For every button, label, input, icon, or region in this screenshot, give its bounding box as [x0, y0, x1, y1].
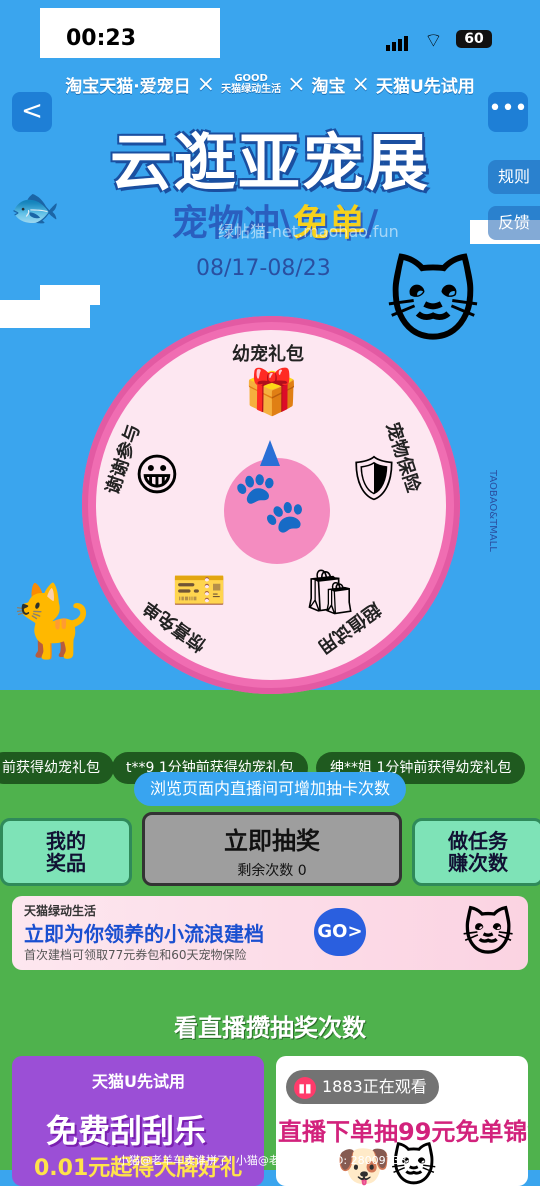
brand-taobao-tmall: 淘宝天猫·爱宠日 — [65, 76, 191, 97]
brand-tmall-trial: 天猫U先试用 — [375, 76, 475, 97]
more-button[interactable]: ••• — [488, 92, 528, 132]
brand-good: GOOD 天猫绿动生活 — [221, 73, 281, 95]
brand-good-bottom: 天猫绿动生活 — [221, 84, 282, 95]
tasks-button[interactable]: 做任务 赚次数 — [412, 818, 540, 886]
viewer-count-badge: ▮▮ 1883正在观看 — [286, 1070, 439, 1104]
shield-paw-icon: 🛡 — [346, 453, 402, 504]
viewer-count: 1883正在观看 — [322, 1077, 427, 1096]
side-brand-text: TAOBAO&TMALL — [487, 470, 498, 552]
card-brand: 天猫U先试用 — [92, 1072, 185, 1091]
wifi-icon: ⌔ — [424, 28, 443, 52]
page-title: 云逛亚宠展 — [109, 126, 430, 199]
feedback-tab[interactable]: 反馈 — [488, 206, 540, 240]
white-cat-icon: 🐱 — [386, 250, 480, 355]
brand-good-top: GOOD — [234, 73, 268, 84]
adoption-promo-banner[interactable]: 天猫绿动生活 立即为你领养的小流浪建档 首次建档可领取77元券包和60天宠物保险… — [12, 896, 528, 970]
cloud — [40, 285, 100, 305]
promo-headline: 立即为你领养的小流浪建档 — [24, 922, 264, 946]
smile-icon: 😀 — [134, 450, 180, 501]
event-dates: 08/17-08/23 — [196, 256, 331, 281]
watermark: 绿帖猫-net.maohao.fun — [218, 222, 399, 241]
promo-brand: 天猫绿动生活 — [24, 904, 97, 918]
brand-separator: × — [196, 71, 216, 97]
rules-tab[interactable]: 规则 — [488, 160, 540, 194]
wheel-pointer — [260, 440, 280, 466]
section-title: 看直播攒抽奖次数 — [174, 1014, 366, 1042]
brand-taobao: 淘宝 — [311, 76, 346, 97]
status-time: 00:23 — [66, 26, 137, 51]
gift-icon: 🎁 — [244, 367, 299, 418]
draw-button[interactable]: 立即抽奖 剩余次数 0 — [142, 812, 402, 886]
my-prizes-button[interactable]: 我的 奖品 — [0, 818, 132, 886]
paw-icon: 🐾 — [232, 467, 308, 537]
promo-description: 首次建档可领取77元券包和60天宠物保险 — [24, 948, 247, 962]
free-ticket-icon: 🎫 — [172, 565, 227, 616]
brand-separator: × — [351, 71, 370, 97]
signal-icon — [386, 32, 410, 51]
tip-bubble: 浏览页面内直播间可增加抽卡次数 — [134, 772, 406, 806]
fish-icon: 🐟 — [10, 185, 60, 231]
draw-button-label: 立即抽奖 — [224, 827, 320, 855]
live-icon: ▮▮ — [294, 1076, 316, 1099]
brand-bar: 淘宝天猫·爱宠日 × GOOD 天猫绿动生活 × 淘宝 × 天猫U先试用 — [0, 62, 540, 106]
battery-indicator: 60 — [456, 30, 492, 48]
back-button[interactable]: < — [12, 92, 52, 132]
bag-paw-icon: 🛍 — [302, 567, 358, 618]
orange-cat-icon: 🐈 — [8, 580, 96, 662]
remaining-count: 剩余次数 0 — [237, 863, 307, 879]
brand-separator: × — [287, 71, 306, 97]
lottery-wheel[interactable]: 幼宠礼包 🎁 宠物保险 🛡 超值试用 🛍 惊喜免单 🎫 谢谢参与 😀 🐾 — [82, 316, 460, 694]
wheel-segment-label: 幼宠礼包 — [232, 344, 304, 365]
kitten-icon: 🐱 — [462, 904, 515, 962]
bottom-watermark: 小猫@老羊车卖谁拼了! 小猫@老羊车卖谁 (ID: 28009733) — [118, 1154, 411, 1167]
card-headline: 免费刮刮乐 — [46, 1112, 207, 1150]
winner-ticker: 前获得幼宠礼包 — [0, 752, 114, 784]
go-button[interactable]: GO> — [314, 908, 366, 956]
